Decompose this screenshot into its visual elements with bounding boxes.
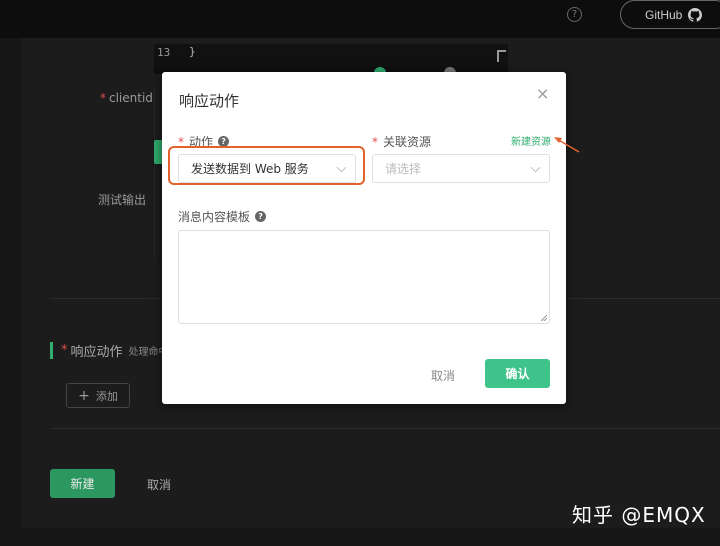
editor-code-line: } <box>189 45 196 58</box>
test-output-label: 测试输出 <box>98 193 147 207</box>
chevron-down-icon <box>530 162 541 173</box>
template-textarea[interactable] <box>178 230 550 324</box>
help-icon[interactable]: ? <box>567 7 582 22</box>
watermark: 知乎 @EMQX <box>572 503 706 527</box>
dialog-confirm-button[interactable]: 确认 <box>485 359 550 388</box>
resource-label: * 关联资源 <box>372 134 432 150</box>
response-action-dialog: 响应动作 × * 动作 ? * 关联资源 新建资源 发送数据到 Web 服务 请… <box>162 72 566 404</box>
chevron-down-icon <box>336 162 347 173</box>
resource-select-placeholder: 请选择 <box>385 162 422 176</box>
github-label: GitHub <box>645 7 683 22</box>
clientid-input[interactable] <box>154 88 162 258</box>
github-icon <box>688 7 703 22</box>
action-select-value: 发送数据到 Web 服务 <box>191 162 309 176</box>
actions-section-title: * 响应动作 处理命中 <box>50 342 169 360</box>
required-star: * <box>61 343 68 358</box>
create-button[interactable]: 新建 <box>50 469 115 498</box>
resize-handle-icon[interactable] <box>541 315 547 321</box>
add-action-label: 添加 <box>95 389 118 403</box>
dialog-title: 响应动作 <box>179 92 240 110</box>
help-icon[interactable]: ? <box>255 211 267 222</box>
annotation-arrow-icon <box>554 137 580 153</box>
test-button[interactable] <box>154 140 162 164</box>
top-bar: ? GitHub <box>0 0 720 38</box>
close-icon[interactable]: × <box>536 86 549 102</box>
cancel-button[interactable]: 取消 <box>147 476 171 493</box>
add-action-button[interactable]: + 添加 <box>66 383 130 408</box>
resource-select[interactable]: 请选择 <box>372 154 550 183</box>
clientid-label: * clientid <box>100 91 153 105</box>
editor-line-number: 13 <box>157 46 171 59</box>
required-star: * <box>372 134 378 149</box>
dialog-cancel-button[interactable]: 取消 <box>431 367 455 384</box>
github-button[interactable]: GitHub <box>620 0 720 29</box>
new-resource-link[interactable]: 新建资源 <box>511 133 551 148</box>
editor-resize-handle[interactable] <box>497 50 506 62</box>
section-divider <box>50 428 720 429</box>
action-select[interactable]: 发送数据到 Web 服务 <box>178 154 356 183</box>
required-star: * <box>100 91 106 105</box>
template-label: 消息内容模板 ? <box>178 208 267 225</box>
plus-icon: + <box>78 387 90 404</box>
sql-code-editor[interactable] <box>154 44 508 68</box>
